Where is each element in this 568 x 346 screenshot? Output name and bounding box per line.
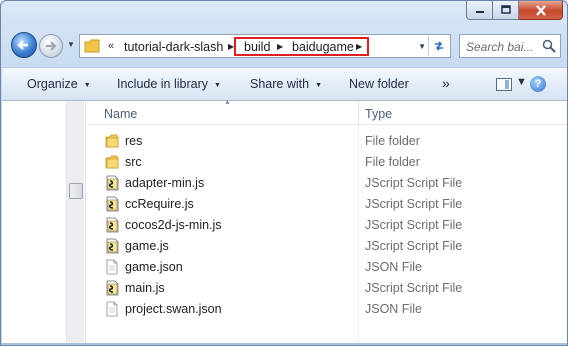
breadcrumb-overflow[interactable]: « — [108, 40, 114, 52]
column-header-name[interactable]: Name — [104, 107, 137, 121]
more-options-button[interactable]: » — [442, 75, 450, 91]
jscript-file-icon — [104, 175, 120, 191]
include-in-library-label: Include in library — [117, 77, 209, 91]
file-row[interactable]: game.json JSON File — [102, 257, 562, 278]
breadcrumb-highlight-box — [234, 37, 369, 56]
search-placeholder: Search bai... — [466, 40, 534, 54]
share-with-label: Share with — [250, 77, 310, 91]
recent-pages-dropdown[interactable]: ▼ — [67, 40, 75, 49]
file-type: JScript Script File — [365, 197, 463, 211]
column-divider[interactable] — [358, 101, 359, 125]
chevron-down-icon: ▼ — [315, 82, 322, 89]
chevron-down-icon: ▼ — [214, 82, 221, 89]
window-bottom-edge — [1, 343, 567, 345]
search-input[interactable]: Search bai... — [459, 34, 561, 58]
command-bar: Organize ▼ Include in library ▼ Share with… — [2, 67, 567, 101]
jscript-file-icon — [104, 280, 120, 296]
navigation-scrollbar[interactable] — [66, 101, 84, 345]
file-type: File folder — [365, 155, 420, 169]
jscript-file-icon — [104, 196, 120, 212]
back-button[interactable] — [11, 32, 37, 58]
file-name: cocos2d-js-min.js — [125, 218, 222, 232]
file-name: ccRequire.js — [125, 197, 194, 211]
arrow-right-icon — [46, 41, 57, 51]
caption-buttons — [466, 1, 563, 20]
file-type: File folder — [365, 134, 420, 148]
include-in-library-menu[interactable]: Include in library ▼ — [117, 77, 221, 91]
content-area: ▲ Name Type res File folder src File folder… — [2, 99, 567, 345]
explorer-window: ▼ « tutorial-dark-slash ▶ build ▶ baidug… — [0, 0, 568, 346]
address-history-dropdown[interactable]: ▼ — [418, 42, 426, 51]
navigation-pane — [2, 101, 86, 345]
maximize-icon — [500, 5, 511, 14]
folder-icon — [104, 154, 120, 170]
file-row[interactable]: main.js JScript Script File — [102, 278, 562, 299]
file-row[interactable]: res File folder — [102, 131, 562, 152]
json-file-icon — [104, 301, 120, 317]
forward-button[interactable] — [39, 34, 63, 58]
file-name: game.json — [125, 260, 183, 274]
jscript-file-icon — [104, 217, 120, 233]
file-name: project.swan.json — [125, 302, 222, 316]
file-name: res — [125, 134, 143, 148]
help-icon[interactable]: ? — [530, 76, 546, 92]
folder-icon — [84, 39, 100, 53]
file-type: JScript Script File — [365, 218, 463, 232]
column-headers: ▲ Name Type — [88, 99, 567, 125]
organize-menu[interactable]: Organize ▼ — [27, 77, 91, 91]
refresh-icon — [434, 41, 443, 51]
file-row[interactable]: game.js JScript Script File — [102, 236, 562, 257]
search-icon — [542, 39, 556, 53]
file-type: JScript Script File — [365, 176, 463, 190]
address-row: ▼ « tutorial-dark-slash ▶ build ▶ baidug… — [7, 31, 563, 61]
file-row[interactable]: project.swan.json JSON File — [102, 299, 562, 320]
column-header-type[interactable]: Type — [365, 107, 392, 121]
view-options-dropdown[interactable]: ▼ — [516, 76, 527, 88]
scrollbar-thumb[interactable] — [69, 183, 83, 199]
arrow-left-icon — [17, 40, 28, 50]
chevron-down-icon: ▼ — [83, 82, 91, 89]
breadcrumb-tutorial-dark-slash[interactable]: tutorial-dark-slash — [124, 40, 223, 54]
refresh-button[interactable] — [428, 36, 448, 56]
organize-label: Organize — [27, 77, 78, 91]
file-type: JSON File — [365, 260, 422, 274]
new-folder-button[interactable]: New folder — [349, 77, 409, 91]
close-icon — [535, 4, 546, 16]
minimize-button[interactable] — [466, 1, 493, 20]
share-with-menu[interactable]: Share with ▼ — [250, 77, 322, 91]
file-row[interactable]: src File folder — [102, 152, 562, 173]
file-row[interactable]: ccRequire.js JScript Script File — [102, 194, 562, 215]
address-bar[interactable]: « tutorial-dark-slash ▶ build ▶ baidugam… — [79, 34, 451, 58]
folder-icon — [104, 133, 120, 149]
sort-ascending-icon: ▲ — [224, 99, 231, 106]
file-type: JScript Script File — [365, 239, 463, 253]
minimize-icon — [475, 11, 484, 13]
file-row[interactable]: cocos2d-js-min.js JScript Script File — [102, 215, 562, 236]
file-name: game.js — [125, 239, 169, 253]
json-file-icon — [104, 259, 120, 275]
file-name: main.js — [125, 281, 165, 295]
preview-pane-icon[interactable] — [496, 78, 512, 91]
jscript-file-icon — [104, 238, 120, 254]
file-name: src — [125, 155, 142, 169]
file-type: JScript Script File — [365, 281, 463, 295]
close-button[interactable] — [519, 1, 563, 20]
file-row[interactable]: adapter-min.js JScript Script File — [102, 173, 562, 194]
file-type: JSON File — [365, 302, 422, 316]
file-name: adapter-min.js — [125, 176, 205, 190]
maximize-button[interactable] — [493, 1, 519, 20]
